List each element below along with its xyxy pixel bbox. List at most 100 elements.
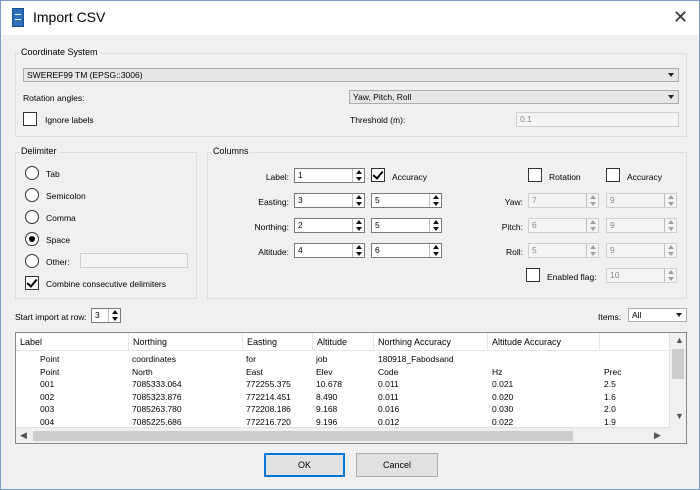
spin-arrows-icon[interactable] (586, 194, 598, 207)
table-cell: 1.6 (604, 391, 616, 402)
combine-delimiters-checkbox[interactable] (25, 276, 39, 290)
northing-spinbox[interactable]: 2 (294, 218, 365, 233)
spin-arrows-icon[interactable] (664, 244, 676, 257)
table-row[interactable]: 002 7085323.876 772214.451 8.490 0.011 0.020 1… (16, 391, 670, 403)
enabled-flag-checkbox[interactable] (526, 268, 540, 282)
delimiter-comma-radio[interactable] (25, 210, 39, 224)
rotation-accuracy-checkbox[interactable] (606, 168, 620, 182)
spin-arrows-icon[interactable] (352, 219, 364, 232)
table-row[interactable]: 001 7085333.064 772255.375 10.678 0.011 0.021… (16, 378, 670, 390)
table-cell: 2.0 (604, 404, 616, 414)
spin-arrows-icon[interactable] (108, 309, 120, 322)
threshold-field[interactable]: 0.1 (516, 112, 679, 127)
table-cell: 0.020 (492, 391, 514, 402)
table-cell: for (246, 354, 256, 364)
column-header-northing-accuracy[interactable]: Northing Accuracy (374, 333, 488, 351)
scroll-up-icon[interactable]: ▲ (675, 335, 684, 345)
delimiter-space-label: Space (46, 235, 71, 245)
spin-arrows-icon[interactable] (429, 194, 441, 207)
pitch-spinbox[interactable]: 6 (528, 218, 599, 233)
rotation-checkbox[interactable] (528, 168, 542, 182)
scroll-left-icon[interactable]: ◀ (20, 430, 27, 441)
rotation-label: Rotation (549, 172, 581, 182)
spin-arrows-icon[interactable] (586, 244, 598, 257)
start-import-spinbox[interactable]: 3 (91, 308, 121, 323)
vertical-scroll-thumb[interactable] (672, 349, 684, 379)
yaw-spinbox[interactable]: 7 (528, 193, 599, 208)
coordinate-system-select[interactable]: SWEREF99 TM (EPSG::3006) (23, 68, 679, 82)
items-select[interactable]: All (628, 308, 687, 322)
altitude-accuracy-spinbox[interactable]: 6 (371, 243, 442, 258)
table-cell: 0.022 (492, 416, 514, 427)
spin-arrows-icon[interactable] (429, 219, 441, 232)
scroll-down-icon[interactable]: ▼ (675, 411, 684, 421)
cancel-button[interactable]: Cancel (356, 453, 438, 477)
spin-arrows-icon[interactable] (352, 244, 364, 257)
scroll-corner (669, 427, 686, 443)
table-row[interactable]: Point North East Elev Code Hz Prec (16, 366, 670, 378)
column-header-altitude[interactable]: Altitude (313, 333, 374, 351)
ok-button[interactable]: OK (264, 453, 345, 477)
table-cell: 0.011 (378, 391, 399, 402)
table-row[interactable]: Point coordinates for job 180918_Fabodsand (16, 353, 670, 365)
delimiter-tab-radio[interactable] (25, 166, 39, 180)
spin-arrows-icon[interactable] (429, 244, 441, 257)
table-cell: coordinates (132, 354, 176, 364)
yaw-accuracy-spinbox[interactable]: 9 (606, 193, 677, 208)
scroll-right-icon[interactable]: ▶ (654, 430, 661, 441)
label-column-spinbox[interactable]: 1 (294, 168, 365, 183)
spin-arrows-icon[interactable] (352, 194, 364, 207)
northing-accuracy-spinbox[interactable]: 5 (371, 218, 442, 233)
spin-arrows-icon[interactable] (664, 219, 676, 232)
label-column-label: Label: (265, 172, 289, 182)
table-cell: 003 (40, 404, 55, 414)
pitch-accuracy-value: 9 (610, 220, 615, 230)
column-header-altitude-accuracy[interactable]: Altitude Accuracy (488, 333, 600, 351)
preview-table[interactable]: Label Northing Easting Altitude Northing… (15, 332, 687, 444)
spin-arrows-icon[interactable] (664, 269, 676, 282)
spin-arrows-icon[interactable] (586, 219, 598, 232)
yaw-value: 7 (532, 195, 537, 205)
table-cell: 180918_Fabodsand (378, 354, 454, 364)
delimiter-other-radio[interactable] (25, 254, 39, 268)
easting-value: 3 (298, 195, 303, 205)
delimiter-label: Delimiter (19, 146, 59, 156)
table-cell: 772214.451 (246, 391, 291, 402)
roll-value: 5 (532, 245, 537, 255)
table-cell: Point (40, 366, 60, 377)
delimiter-space-radio[interactable] (25, 232, 39, 246)
pitch-accuracy-spinbox[interactable]: 9 (606, 218, 677, 233)
vertical-scrollbar[interactable]: ▲ ▼ (669, 333, 686, 428)
column-header-northing[interactable]: Northing (129, 333, 243, 351)
easting-accuracy-spinbox[interactable]: 5 (371, 193, 442, 208)
horizontal-scrollbar[interactable]: ◀ ▶ (16, 427, 670, 443)
table-row[interactable]: 004 7085225.686 772216.720 9.196 0.012 0.022 1… (16, 416, 670, 428)
altitude-label: Altitude: (258, 247, 289, 257)
coordinate-system-label: Coordinate System (19, 47, 100, 57)
spin-arrows-icon[interactable] (664, 194, 676, 207)
column-header-easting[interactable]: Easting (243, 333, 313, 351)
table-row[interactable]: 003 7085263.780 772208.186 9.168 0.016 0.030 2… (16, 403, 670, 415)
import-csv-dialog: Import CSV ✕ Coordinate System SWEREF99 … (0, 0, 700, 490)
table-cell: 1.9 (604, 416, 616, 427)
delimiter-other-field[interactable] (80, 253, 188, 268)
column-header-label[interactable]: Label (16, 333, 129, 351)
altitude-spinbox[interactable]: 4 (294, 243, 365, 258)
close-icon[interactable]: ✕ (673, 7, 688, 27)
table-cell: job (316, 354, 328, 364)
delimiter-group (15, 152, 197, 299)
roll-spinbox[interactable]: 5 (528, 243, 599, 258)
northing-value: 2 (298, 220, 303, 230)
delimiter-semicolon-radio[interactable] (25, 188, 39, 202)
table-header: Label Northing Easting Altitude Northing… (16, 333, 670, 351)
chevron-down-icon (668, 73, 674, 77)
enabled-flag-spinbox[interactable]: 10 (606, 268, 677, 283)
title-bar: Import CSV ✕ (1, 1, 699, 35)
accuracy-checkbox[interactable] (371, 168, 385, 182)
horizontal-scroll-thumb[interactable] (33, 431, 573, 441)
spin-arrows-icon[interactable] (352, 169, 364, 182)
rotation-angles-select[interactable]: Yaw, Pitch, Roll (349, 90, 679, 104)
ignore-labels-checkbox[interactable] (23, 112, 37, 126)
easting-spinbox[interactable]: 3 (294, 193, 365, 208)
roll-accuracy-spinbox[interactable]: 9 (606, 243, 677, 258)
